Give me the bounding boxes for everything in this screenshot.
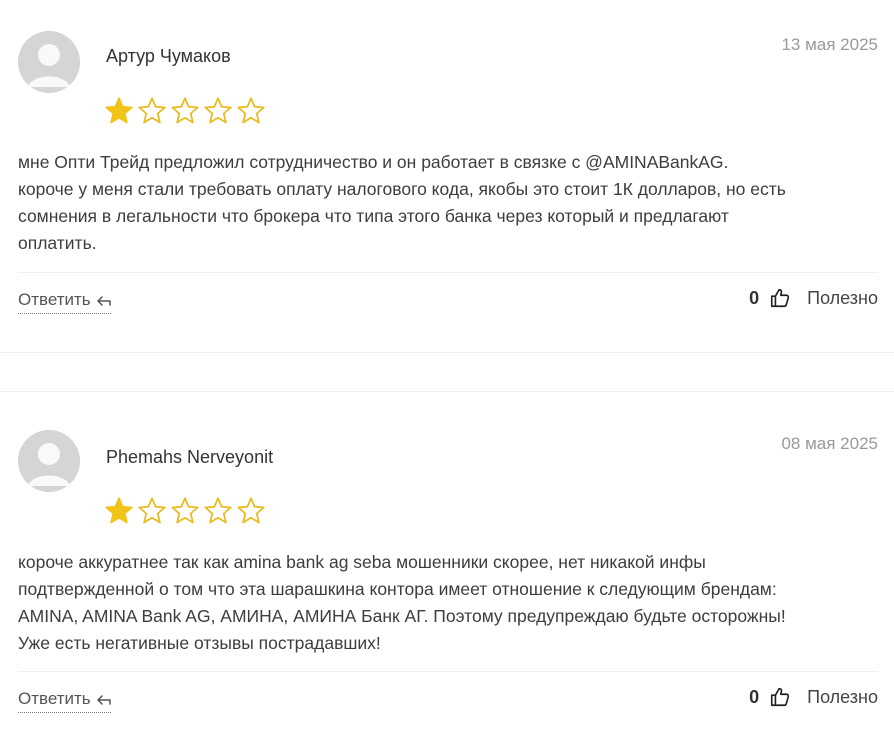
- review-date: 13 мая 2025: [781, 35, 878, 54]
- star-outline-icon: [204, 497, 232, 524]
- review-date: 08 мая 2025: [781, 434, 878, 453]
- rating-stars: [104, 96, 266, 126]
- star-outline-icon: [171, 97, 199, 124]
- reply-arrow-icon: [96, 695, 111, 705]
- divider: [18, 671, 878, 672]
- star-outline-icon: [204, 97, 232, 124]
- review-text-line: мне Опти Трейд предложил сотрудничество …: [18, 152, 729, 172]
- helpful-count: 0: [749, 686, 760, 707]
- helpful-block: 0 Полезно: [749, 686, 878, 708]
- review-text-line: Уже есть негативные отзывы пострадавших!: [18, 633, 381, 653]
- helpful-button[interactable]: Полезно: [807, 687, 878, 708]
- avatar-placeholder-icon: [18, 430, 80, 492]
- review-text-line: короче у меня стали требовать оплату нал…: [18, 179, 786, 199]
- rating-stars: [104, 496, 266, 526]
- reply-link[interactable]: Ответить: [18, 689, 111, 713]
- reply-arrow-icon: [96, 296, 111, 306]
- review-text: короче аккуратнее так как amina bank ag …: [18, 549, 884, 657]
- review-text-line: оплатить.: [18, 233, 97, 253]
- reply-label: Ответить: [18, 689, 91, 708]
- review-text-line: подтвержденной о том что эта шарашкина к…: [18, 579, 777, 599]
- review-text-line: короче аккуратнее так как amina bank ag …: [18, 552, 706, 572]
- helpful-block: 0 Полезно: [749, 287, 878, 309]
- star-outline-icon: [138, 497, 166, 524]
- review-text-line: сомнения в легальности что брокера что т…: [18, 206, 729, 226]
- star-outline-icon: [171, 497, 199, 524]
- avatar-placeholder-icon: [18, 31, 80, 93]
- reply-link[interactable]: Ответить: [18, 290, 111, 314]
- star-outline-icon: [237, 497, 265, 524]
- star-filled-icon: [105, 497, 133, 524]
- helpful-count: 0: [749, 287, 760, 308]
- review-text-line: AMINA, AMINA Bank AG, АМИНА, АМИНА Банк …: [18, 606, 786, 626]
- review-author: Артур Чумаков: [106, 46, 231, 66]
- star-outline-icon: [138, 97, 166, 124]
- review-separator: [0, 352, 894, 391]
- review-card: Артур Чумаков 13 мая 2025 мне Опти Трейд…: [0, 0, 894, 352]
- review-text: мне Опти Трейд предложил сотрудничество …: [18, 149, 884, 257]
- reply-label: Ответить: [18, 290, 91, 309]
- helpful-button[interactable]: Полезно: [807, 288, 878, 309]
- thumbs-up-icon[interactable]: [769, 287, 791, 309]
- star-outline-icon: [237, 97, 265, 124]
- thumbs-up-icon[interactable]: [769, 686, 791, 708]
- star-filled-icon: [105, 97, 133, 124]
- review-card: Phemahs Nerveyonit 08 мая 2025 короче ак…: [0, 391, 894, 741]
- divider: [18, 272, 878, 273]
- review-author: Phemahs Nerveyonit: [106, 447, 274, 467]
